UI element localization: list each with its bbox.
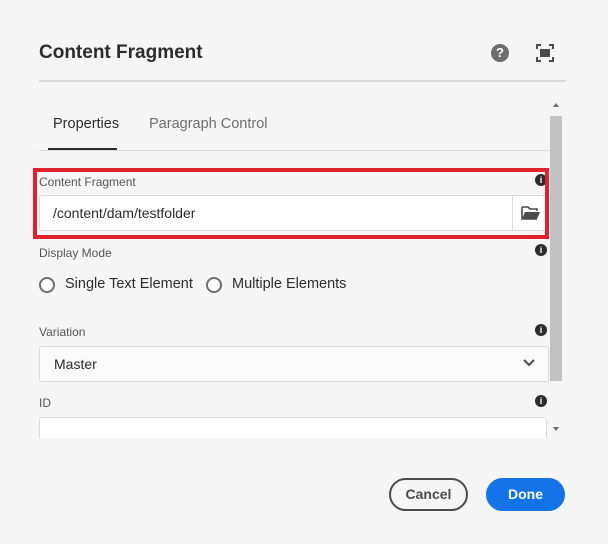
variation-select[interactable]: Master xyxy=(39,346,549,382)
id-label: ID xyxy=(39,396,51,410)
display-mode-info-icon[interactable]: i xyxy=(535,244,547,256)
tab-bar: Properties Paragraph Control xyxy=(39,100,549,151)
display-mode-radio-group: Single Text Element Multiple Elements xyxy=(39,274,439,296)
id-input[interactable] xyxy=(39,417,547,438)
done-button[interactable]: Done xyxy=(486,478,565,511)
active-tab-indicator xyxy=(48,148,117,150)
content-fragment-path-input[interactable] xyxy=(40,196,512,230)
scroll-up-arrow-icon[interactable] xyxy=(553,103,559,107)
folder-open-icon xyxy=(521,206,540,220)
content-scrollbar[interactable] xyxy=(549,100,563,438)
variation-info-icon[interactable]: i xyxy=(535,324,547,336)
dialog-header: Content Fragment ? xyxy=(39,38,566,82)
chevron-down-icon xyxy=(523,359,535,367)
tab-properties[interactable]: Properties xyxy=(53,116,119,132)
dialog-title: Content Fragment xyxy=(39,42,203,63)
browse-button[interactable] xyxy=(512,196,548,230)
help-icon[interactable]: ? xyxy=(491,44,509,62)
cancel-button[interactable]: Cancel xyxy=(389,478,468,511)
content-fragment-path-field xyxy=(39,195,549,231)
variation-label: Variation xyxy=(39,325,86,339)
radio-single-text-element-label[interactable]: Single Text Element xyxy=(65,276,193,292)
radio-multiple-elements[interactable] xyxy=(206,277,222,293)
variation-selected-value: Master xyxy=(54,356,97,372)
content-fragment-info-icon[interactable]: i xyxy=(535,174,547,186)
dialog-content: Properties Paragraph Control Content Fra… xyxy=(39,100,549,438)
radio-single-text-element[interactable] xyxy=(39,277,55,293)
content-fragment-label: Content Fragment xyxy=(39,175,136,189)
display-mode-label: Display Mode xyxy=(39,246,112,260)
scroll-thumb[interactable] xyxy=(550,116,562,381)
tab-paragraph-control[interactable]: Paragraph Control xyxy=(149,116,268,132)
id-info-icon[interactable]: i xyxy=(535,395,547,407)
scroll-down-arrow-icon[interactable] xyxy=(553,427,559,431)
fullscreen-icon[interactable] xyxy=(535,43,555,63)
radio-multiple-elements-label[interactable]: Multiple Elements xyxy=(232,276,346,292)
